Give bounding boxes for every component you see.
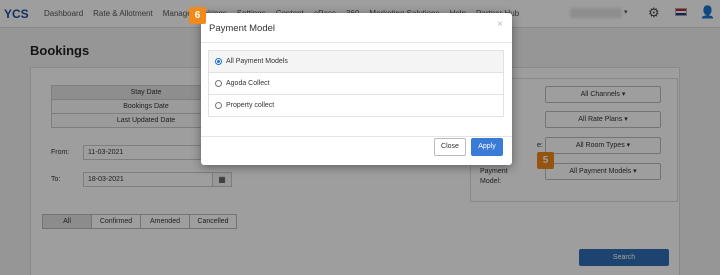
radio-selected[interactable] bbox=[215, 58, 222, 65]
option-label: All Payment Models bbox=[226, 58, 288, 65]
modal-divider bbox=[201, 42, 512, 43]
payment-model-modal: Payment Model × All Payment Models Agoda… bbox=[201, 13, 512, 165]
radio-unselected[interactable] bbox=[215, 102, 222, 109]
apply-button[interactable]: Apply bbox=[471, 138, 503, 156]
radio-unselected[interactable] bbox=[215, 80, 222, 87]
close-icon[interactable]: × bbox=[497, 19, 503, 30]
close-button[interactable]: Close bbox=[434, 138, 466, 156]
option-property-collect[interactable]: Property collect bbox=[208, 94, 504, 117]
option-label: Agoda Collect bbox=[226, 80, 270, 87]
option-label: Property collect bbox=[226, 102, 275, 109]
option-all-payment-models[interactable]: All Payment Models bbox=[208, 50, 504, 73]
option-agoda-collect[interactable]: Agoda Collect bbox=[208, 72, 504, 95]
payment-model-options: All Payment Models Agoda Collect Propert… bbox=[208, 50, 504, 117]
modal-footer-divider bbox=[201, 136, 512, 137]
step-badge-6: 6 bbox=[189, 7, 206, 24]
modal-title: Payment Model bbox=[209, 23, 276, 34]
